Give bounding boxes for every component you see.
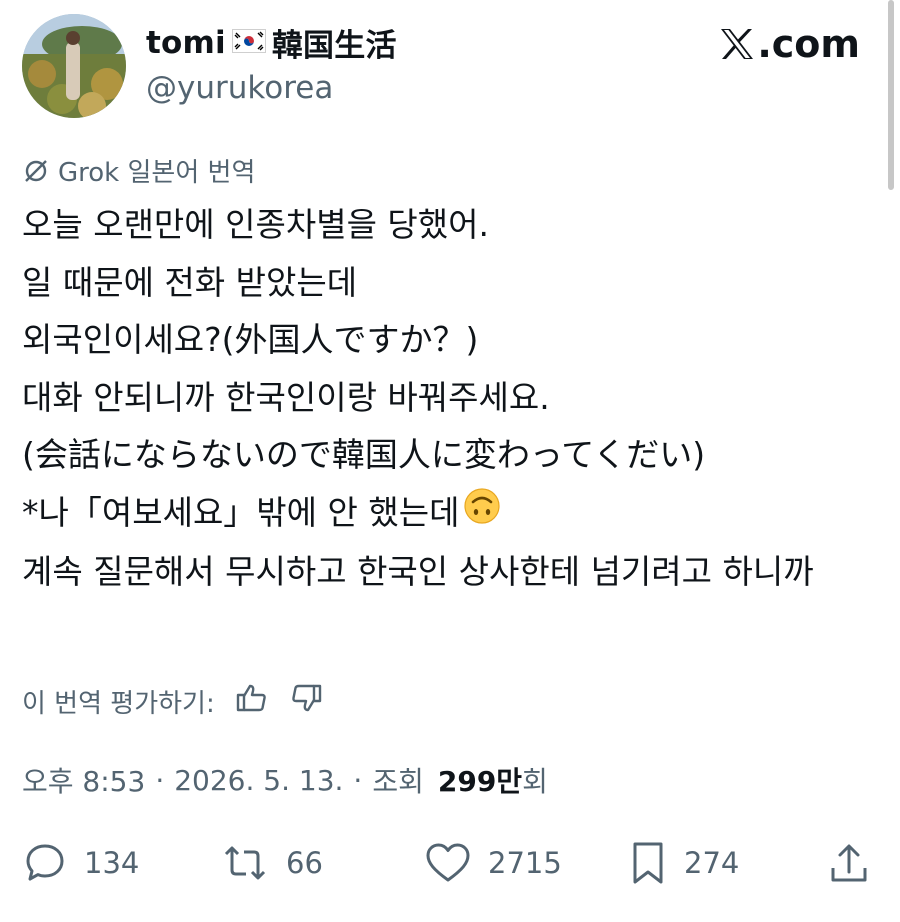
user-handle[interactable]: @yurukorea <box>146 70 333 106</box>
heart-icon <box>426 843 470 882</box>
tweet-line: 대화 안되니까 한국인이랑 바꿔주세요. <box>22 377 550 417</box>
views-unit: 회 <box>522 765 548 798</box>
thumbs-up-icon[interactable] <box>235 682 269 721</box>
korea-flag-icon <box>231 28 266 57</box>
tweet-line: (会話にならないので韓国人に変わってくだい) <box>22 435 706 474</box>
display-name[interactable]: tomi <box>146 25 226 61</box>
display-name-suffix[interactable]: 韓国生活 <box>272 20 397 65</box>
translate-icon <box>25 159 47 182</box>
views-count: 299만 <box>437 765 523 798</box>
repost-count: 66 <box>286 846 323 880</box>
tweet-line: *나「여보세요」밖에 안 했는데 <box>22 492 460 532</box>
share-button[interactable] <box>828 840 886 886</box>
reply-icon <box>26 844 64 881</box>
tweet-line-with-emoji: *나「여보세요」밖에 안 했는데 <box>22 484 872 543</box>
bookmark-icon <box>633 842 663 884</box>
meta-separator: · <box>155 763 165 797</box>
x-brand: .com <box>719 22 860 66</box>
like-button[interactable]: 2715 <box>424 840 562 886</box>
repost-icon <box>224 846 266 880</box>
tweet-date[interactable]: 2026. 5. 13. <box>174 764 343 797</box>
tweet-time[interactable]: 오후 8:53 <box>22 760 145 800</box>
meta-separator: · <box>353 763 363 797</box>
tweet-text: 오늘 오랜만에 인종차별을 당했어. 일 때문에 전화 받았는데 외국인이세요?… <box>22 196 872 600</box>
share-icon <box>831 844 867 882</box>
translation-label[interactable]: Grok 일본어 번역 <box>22 152 255 189</box>
scrollbar[interactable] <box>888 0 894 190</box>
repost-button[interactable]: 66 <box>220 840 323 886</box>
bookmark-count: 274 <box>684 846 740 880</box>
reply-button[interactable]: 134 <box>22 840 139 886</box>
upside-down-face-icon <box>463 485 501 543</box>
tweet-line: 외국인이세요?(外国人ですか？) <box>22 320 479 359</box>
translation-text: Grok 일본어 번역 <box>58 158 256 188</box>
tweet-meta: 오후 8:53 · 2026. 5. 13. · 조회 299만 회 <box>22 760 548 800</box>
tweet-line: 계속 질문해서 무시하고 한국인 상사한테 넘기려고 하니까 <box>22 551 814 591</box>
rate-label: 이 번역 평가하기: <box>22 689 215 719</box>
tweet-line: 일 때문에 전화 받았는데 <box>22 262 358 302</box>
x-logo-icon <box>721 29 754 59</box>
bookmark-button[interactable]: 274 <box>628 840 739 886</box>
like-count: 2715 <box>488 846 562 880</box>
thumbs-down-icon[interactable] <box>289 682 323 721</box>
action-bar: 134 66 2715 274 <box>22 836 872 892</box>
views-label: 조회 <box>372 765 424 798</box>
display-name-row[interactable]: tomi 韓国生活 <box>146 20 397 65</box>
avatar[interactable] <box>22 14 126 118</box>
rate-translation: 이 번역 평가하기: <box>22 682 323 721</box>
tweet-line: 오늘 오랜만에 인종차별을 당했어. <box>22 205 489 244</box>
reply-count: 134 <box>84 846 140 880</box>
brand-domain: .com <box>757 22 860 66</box>
